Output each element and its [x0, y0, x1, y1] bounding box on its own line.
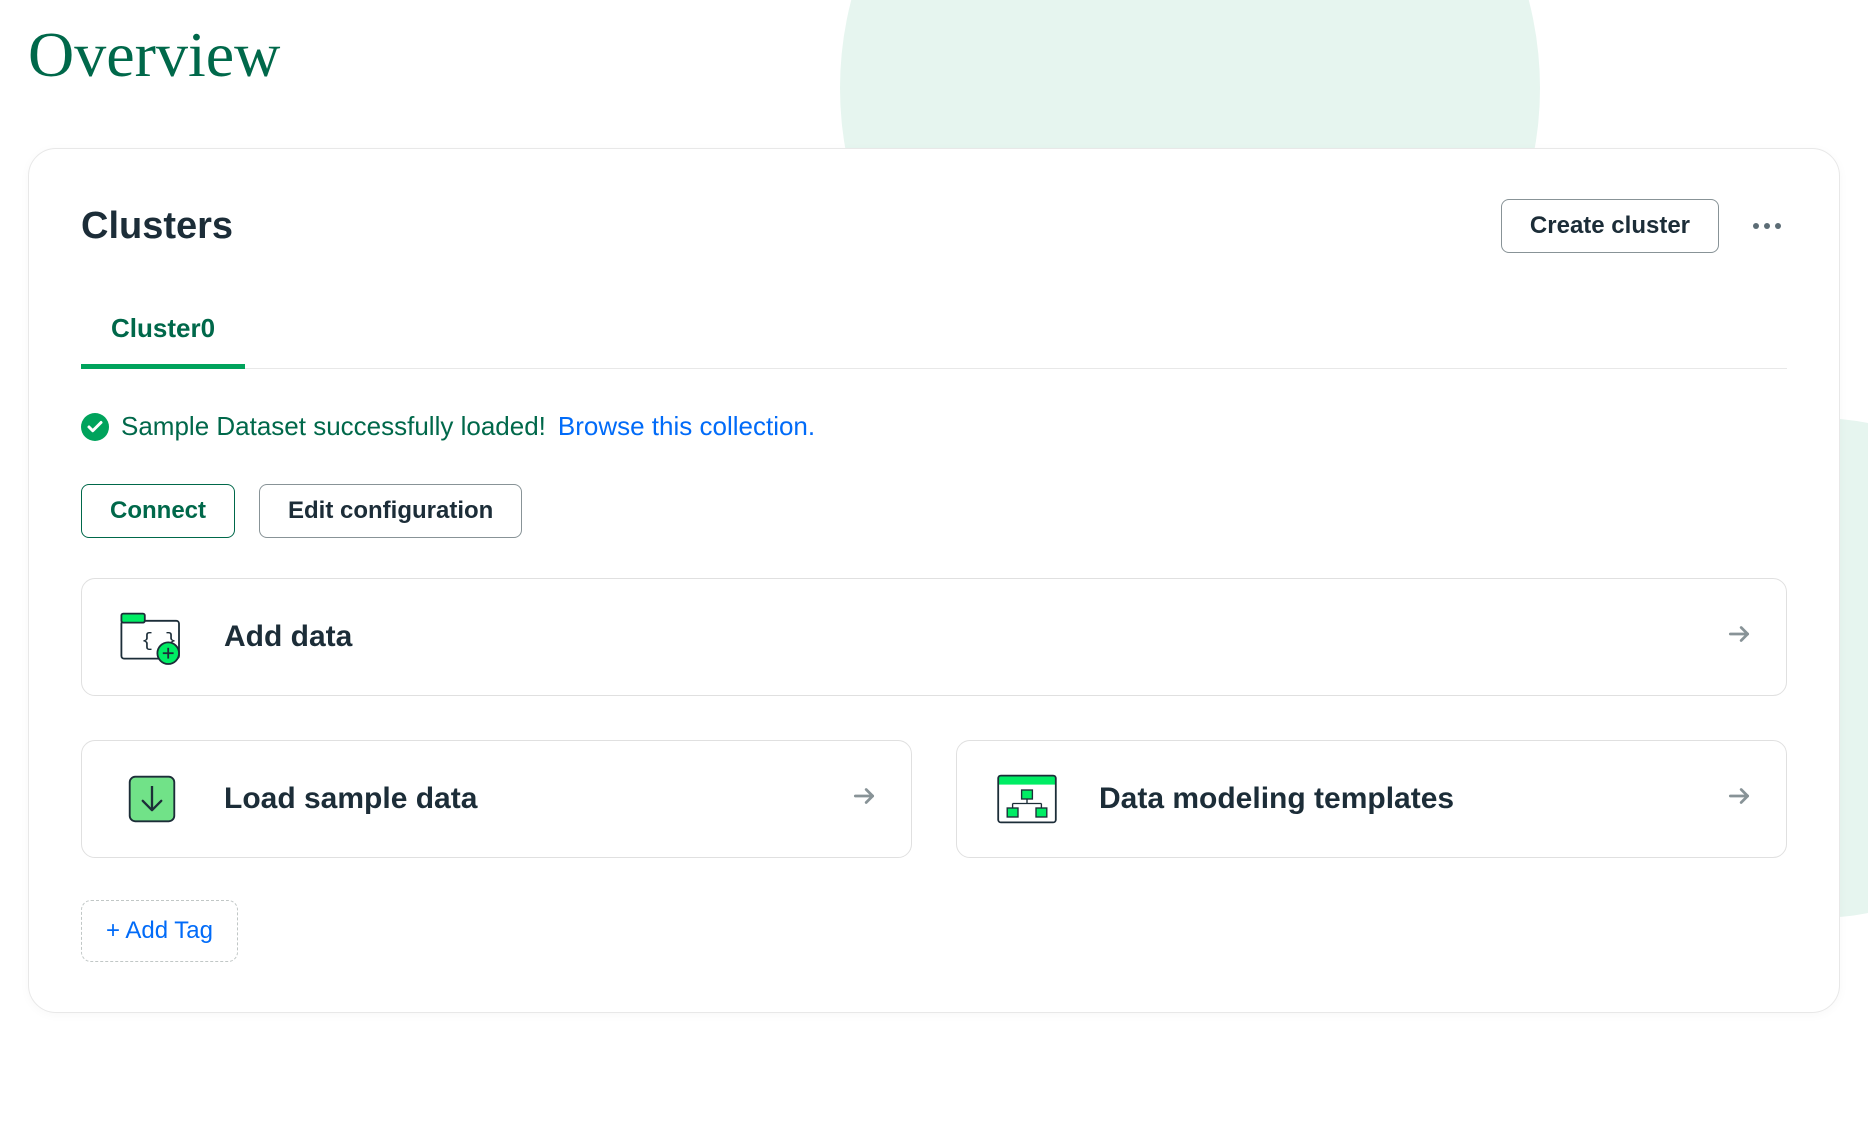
cluster-action-buttons: Connect Edit configuration [81, 484, 1787, 538]
header-actions: Create cluster [1501, 199, 1787, 253]
edit-configuration-button[interactable]: Edit configuration [259, 484, 522, 538]
card-header: Clusters Create cluster [81, 199, 1787, 253]
create-cluster-button[interactable]: Create cluster [1501, 199, 1719, 253]
clusters-heading: Clusters [81, 205, 233, 248]
cluster-tabs: Cluster0 [81, 313, 1787, 369]
tab-cluster0[interactable]: Cluster0 [81, 313, 245, 369]
arrow-right-icon [1726, 783, 1752, 816]
add-data-folder-icon: { } [116, 607, 188, 667]
templates-hierarchy-icon [991, 769, 1063, 829]
templates-label: Data modeling templates [1099, 782, 1690, 816]
success-check-icon [81, 413, 109, 441]
status-row: Sample Dataset successfully loaded! Brow… [81, 411, 1787, 442]
status-message: Sample Dataset successfully loaded! [121, 411, 546, 442]
load-sample-data-card[interactable]: Load sample data [81, 740, 912, 858]
more-options-icon[interactable] [1747, 217, 1787, 235]
data-modeling-templates-card[interactable]: Data modeling templates [956, 740, 1787, 858]
add-data-label: Add data [224, 620, 1690, 654]
browse-collection-link[interactable]: Browse this collection. [558, 411, 815, 442]
connect-button[interactable]: Connect [81, 484, 235, 538]
download-icon [116, 769, 188, 829]
add-tag-button[interactable]: + Add Tag [81, 900, 238, 962]
add-data-card[interactable]: { } Add data [81, 578, 1787, 696]
arrow-right-icon [1726, 621, 1752, 654]
page-title: Overview [28, 18, 1868, 92]
arrow-right-icon [851, 783, 877, 816]
load-sample-label: Load sample data [224, 782, 815, 816]
clusters-card: Clusters Create cluster Cluster0 Sample … [28, 148, 1840, 1013]
